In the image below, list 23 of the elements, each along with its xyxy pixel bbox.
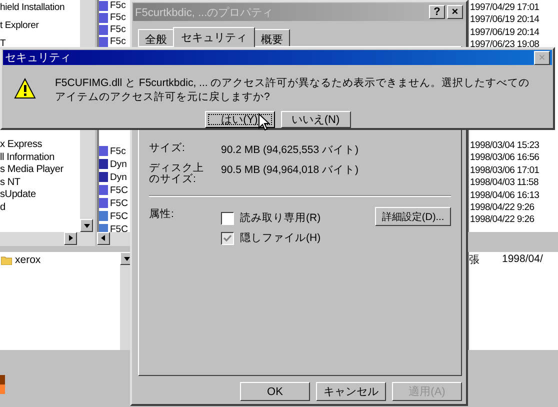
date-cell-text: 1997/06/23 19:08 <box>469 39 540 52</box>
date-cell: 1998/03/06 17:01 <box>469 164 540 178</box>
date-cell: 1998/04/06 16:13 <box>469 190 540 202</box>
checkbox-label: 隠しファイル(H) <box>240 231 321 245</box>
message-text: F5CUFIMG.dll と F5curtkbdic, ... のアクセス許可が異なるため表示できません。選択したすべてのアイテムのアクセス許可を元に戻しますか? <box>55 76 531 104</box>
table-cell: 張 <box>469 253 480 267</box>
date-cell-text: 1997/04/29 17:01 <box>469 2 540 14</box>
field-value: 90.5 MB (94,964,018 バイト) <box>221 163 358 178</box>
field-label: 属性: <box>149 209 175 220</box>
date-cell-text: 1998/04/22 9:26 <box>469 214 536 227</box>
date-cell-text: 1997/06/19 20:14 <box>469 26 540 40</box>
field-value: 90.2 MB (94,625,553 バイト) <box>221 143 358 157</box>
date-cell: 1998/04/03 11:58 <box>469 177 540 190</box>
table-cell: 1998/04/ <box>502 253 543 267</box>
field-label: ディスク上のサイズ: <box>149 163 205 185</box>
checkbox-label: 読み取り専用(R) <box>240 211 321 225</box>
field-label: サイズ: <box>149 143 186 156</box>
date-cell-text: 1997/06/19 20:14 <box>469 14 540 27</box>
date-cell: 1998/03/06 16:56 <box>469 152 540 165</box>
date-cell: 1998/03/04 15:23 <box>469 140 540 152</box>
date-cell-text: 1998/04/22 9:26 <box>469 202 536 214</box>
window-title: F5curtkbdic, ...のプロパティ <box>135 6 274 20</box>
window-title: セキュリティ <box>5 51 72 65</box>
